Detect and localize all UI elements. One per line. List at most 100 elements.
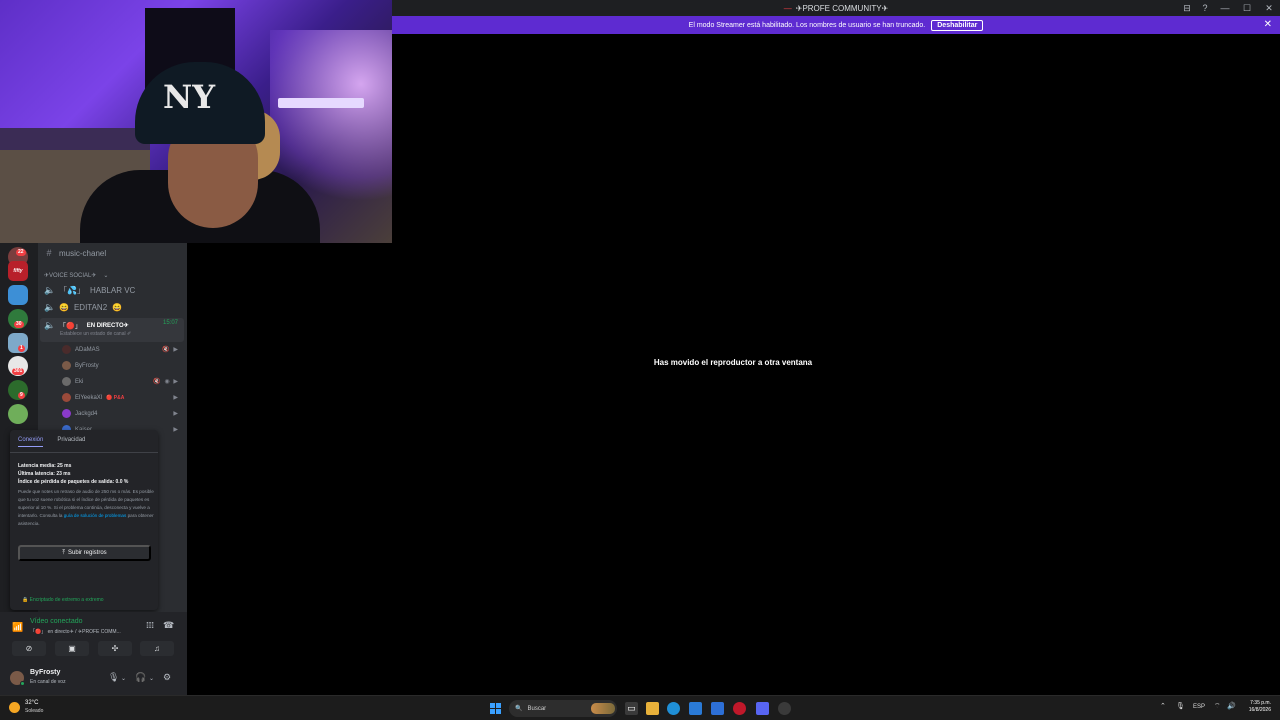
- online-status-dot: [20, 681, 25, 686]
- server-icon[interactable]: [8, 404, 28, 424]
- last-latency: Última latencia: 23 ms: [18, 471, 71, 477]
- voice-channel[interactable]: 🔈 😄 EDITAN2 😄: [44, 302, 122, 313]
- avatar: [62, 377, 71, 386]
- task-view-icon[interactable]: ▭: [625, 702, 638, 715]
- soundboard-icon: ♫: [154, 644, 160, 653]
- player-moved-message: Has movido el reproductor a otra ventana: [653, 358, 813, 367]
- streamer-mode-banner: El modo Streamer está habilitado. Los no…: [392, 16, 1280, 34]
- text-channel[interactable]: # music-chanel: [44, 248, 106, 258]
- avg-latency: Latencia media: 25 ms: [18, 463, 72, 469]
- search-highlight-image: [591, 703, 615, 714]
- store-icon[interactable]: [689, 702, 702, 715]
- camera-off-button[interactable]: ⊘: [12, 641, 46, 656]
- member-status-icons: 🔇 ▶: [162, 347, 179, 353]
- disable-streamer-button[interactable]: Deshabilitar: [931, 19, 984, 31]
- taskbar-search[interactable]: 🔍 Buscar: [509, 700, 617, 717]
- webcam-shelf: [0, 128, 150, 152]
- tab-privacy[interactable]: Privacidad: [57, 437, 85, 447]
- screen-share-icon: ▣: [68, 644, 76, 653]
- search-icon: 🔍: [515, 706, 523, 712]
- chevron-down-icon[interactable]: ⌄: [149, 675, 154, 682]
- tab-connection[interactable]: Conexión: [18, 437, 44, 447]
- popup-divider: [10, 452, 158, 453]
- latency-stats: Latencia media: 25 ms Última latencia: 2…: [18, 462, 128, 486]
- channel-status-hint[interactable]: Establece un estado de canal ✐: [60, 331, 131, 337]
- weather-temp[interactable]: 32°C: [25, 700, 38, 706]
- title-bar: — ✈PROFE COMMUNITY✈ ⊟ ? — ☐ ✕: [392, 0, 1280, 16]
- upload-logs-button[interactable]: ⤒ Subir registros: [18, 545, 151, 561]
- voice-member[interactable]: ElYeekaXl 🔴 P&A: [62, 393, 124, 402]
- packet-loss: Índice de pérdida de paquetes de salida:…: [18, 479, 129, 485]
- voice-member[interactable]: Eki: [62, 377, 83, 386]
- close-icon[interactable]: ✕: [1264, 19, 1272, 30]
- taskbar: 32°C Soleado 🔍 Buscar ▭ ⌃ 🎙 ESP ⌔ 🔊 7:35…: [0, 695, 1280, 720]
- chevron-up-icon[interactable]: ⌃: [1160, 702, 1166, 710]
- active-voice-channel[interactable]: 🔈 「🔴」 EN DIRECTO✈ 15:07 Establece un est…: [40, 318, 184, 342]
- voice-member[interactable]: Jackgd4: [62, 409, 97, 418]
- voice-member[interactable]: ByFrosty: [62, 361, 99, 370]
- soundboard-button[interactable]: ♫: [140, 641, 174, 656]
- microphone-icon[interactable]: 🎙: [1176, 702, 1185, 710]
- file-explorer-icon[interactable]: [646, 702, 659, 715]
- speaker-icon: 🔈: [44, 320, 56, 330]
- avatar: [62, 393, 71, 402]
- notification-badge: 30: [14, 321, 24, 328]
- screen-share-button[interactable]: ▣: [55, 641, 89, 656]
- notification-badge: 1: [18, 345, 25, 352]
- cap-logo: NY: [163, 78, 216, 116]
- server-icon[interactable]: fifty: [8, 261, 28, 281]
- username[interactable]: ByFrosty: [30, 669, 60, 676]
- user-status: En canal de voz: [30, 679, 66, 685]
- hash-icon: #: [46, 248, 52, 258]
- voice-status-subtitle[interactable]: 「🔴」 en directo✈ / ✈PROFE COMM...: [30, 628, 121, 635]
- window-controls: ⊟ ? — ☐ ✕: [1178, 0, 1280, 16]
- weather-condition[interactable]: Soleado: [25, 708, 43, 714]
- mail-icon[interactable]: [711, 702, 724, 715]
- chrome-icon[interactable]: [778, 702, 791, 715]
- chevron-down-icon[interactable]: ⌄: [121, 675, 126, 682]
- help-icon[interactable]: ?: [1196, 0, 1214, 16]
- avatar[interactable]: [10, 671, 25, 686]
- language-indicator[interactable]: ESP: [1193, 704, 1205, 710]
- voice-timer: 15:07: [162, 320, 178, 326]
- sun-icon[interactable]: [9, 702, 20, 713]
- noise-suppression-icon[interactable]: 𝍖: [146, 620, 154, 631]
- start-button[interactable]: [490, 703, 501, 714]
- camera-off-icon: ⊘: [25, 644, 33, 653]
- channel-category[interactable]: ✈VOICE SOCIAL✈ ⌄: [44, 272, 108, 279]
- minimize-button[interactable]: —: [1214, 0, 1236, 16]
- volume-icon[interactable]: 🔊: [1227, 702, 1236, 710]
- edge-icon[interactable]: [667, 702, 680, 715]
- inbox-icon[interactable]: ⊟: [1178, 0, 1196, 16]
- active-voice-channel-name: 🔈 「🔴」 EN DIRECTO✈: [44, 320, 129, 330]
- notification-badge: 301: [12, 368, 25, 375]
- window-title: — ✈PROFE COMMUNITY✈: [783, 3, 889, 13]
- microphone-icon[interactable]: 🎙: [108, 672, 119, 683]
- maximize-button[interactable]: ☐: [1236, 0, 1258, 16]
- voice-status-title[interactable]: Vídeo conectado: [30, 618, 83, 625]
- member-status-icons: ▶: [173, 427, 179, 433]
- avatar: [62, 345, 71, 354]
- gear-icon[interactable]: ⚙: [163, 672, 171, 683]
- close-button[interactable]: ✕: [1258, 0, 1280, 16]
- activities-button[interactable]: ✣: [98, 641, 132, 656]
- wifi-icon[interactable]: ⌔: [1214, 702, 1221, 711]
- taskbar-clock[interactable]: 7:35 p.m. 16/8/2026: [1249, 700, 1271, 714]
- encryption-status[interactable]: 🔒 Encriptado de extremo a extremo: [22, 597, 104, 603]
- activities-icon: ✣: [111, 644, 119, 653]
- voice-connected-panel: 📶 Vídeo conectado 「🔴」 en directo✈ / ✈PRO…: [0, 612, 187, 662]
- opera-icon[interactable]: [733, 702, 746, 715]
- troubleshooting-link[interactable]: guía de solución de problemas: [64, 513, 127, 518]
- headphones-icon[interactable]: 🎧: [135, 672, 146, 683]
- member-status-icons: ▶: [173, 411, 179, 417]
- speaker-icon: 🔈: [44, 285, 56, 295]
- signal-icon[interactable]: 📶: [12, 622, 23, 633]
- disconnect-icon[interactable]: ☎: [163, 620, 174, 631]
- webcam-table: [278, 98, 364, 108]
- server-icon[interactable]: [8, 285, 28, 305]
- discord-icon[interactable]: [756, 702, 769, 715]
- voice-channel[interactable]: 🔈 「💦」 HABLAR VC: [44, 285, 135, 296]
- member-status-icons: ▶: [173, 395, 179, 401]
- voice-member[interactable]: ADaMAS: [62, 345, 100, 354]
- member-status-icons: 🔇 ◉ ▶: [153, 379, 179, 385]
